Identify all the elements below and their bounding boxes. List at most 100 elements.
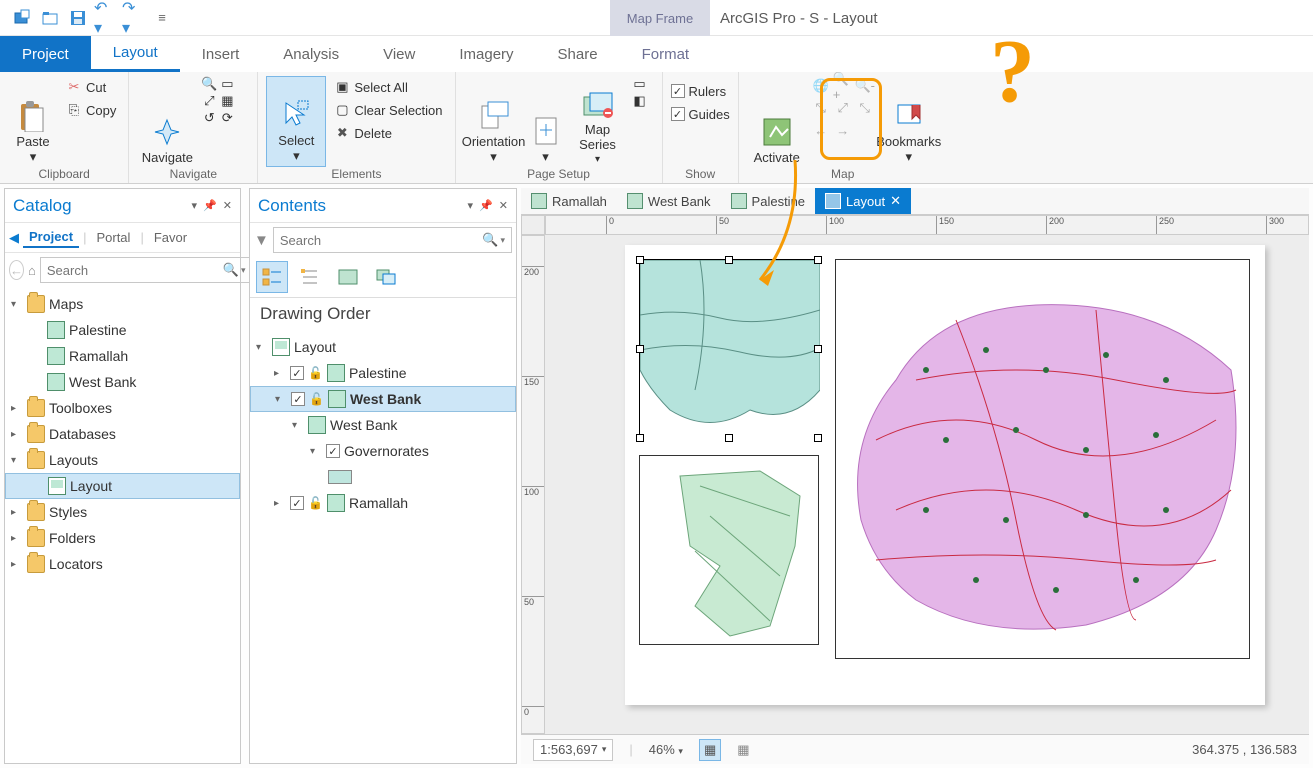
map-series-button[interactable]: Map Series▾ (568, 76, 628, 167)
cut-button[interactable]: ✂Cut (62, 76, 120, 98)
layout-canvas[interactable] (545, 235, 1309, 734)
view-tab-palestine[interactable]: Palestine (721, 188, 815, 214)
qat-customize-icon[interactable]: ≡ (150, 6, 174, 30)
orientation-button[interactable]: Orientation▾ (464, 76, 524, 167)
lock-icon[interactable]: 🔓 (309, 392, 324, 406)
qat-undo-icon[interactable]: ↶ ▾ (94, 6, 118, 30)
next-extent-icon[interactable]: → (833, 120, 853, 140)
visibility-checkbox[interactable]: ✓ (291, 392, 305, 406)
list-element-type-icon[interactable] (294, 261, 326, 293)
contents-dropdown-icon[interactable]: ▾ (468, 199, 474, 212)
contents-node-palestine[interactable]: ▸✓🔓Palestine (250, 360, 516, 386)
ruler-vertical[interactable]: 200 150 100 50 0 (521, 235, 545, 734)
ruler-horizontal[interactable]: 0 50 100 150 200 250 300 (545, 215, 1309, 235)
contents-node-governorates[interactable]: ▾✓Governorates (250, 438, 516, 464)
activate-button[interactable]: Activate (747, 76, 807, 167)
tab-share[interactable]: Share (536, 36, 620, 72)
tab-insert[interactable]: Insert (180, 36, 262, 72)
qat-redo-icon[interactable]: ↷ ▾ (122, 6, 146, 30)
fixed-zoom-in-icon[interactable]: 🌐 (811, 76, 831, 96)
nav-tool-icon-1[interactable]: 🔍 (201, 76, 217, 92)
full-extent-icon[interactable]: ⤡ (811, 98, 831, 118)
rulers-checkbox[interactable]: ✓Rulers (671, 80, 730, 102)
fixed-zoom-icon[interactable]: 🔍- (855, 76, 875, 96)
tab-view[interactable]: View (361, 36, 437, 72)
qat-open-icon[interactable] (38, 6, 62, 30)
select-all-button[interactable]: ▣Select All (330, 76, 446, 98)
list-snapping-icon[interactable] (370, 261, 402, 293)
map-frame-west-bank[interactable] (639, 259, 819, 439)
view-mode-grid-icon[interactable]: ▦ (699, 739, 721, 761)
catalog-node-layouts[interactable]: ▾Layouts (5, 447, 240, 473)
tab-analysis[interactable]: Analysis (261, 36, 361, 72)
catalog-node-styles[interactable]: ▸Styles (5, 499, 240, 525)
catalog-tab-project[interactable]: Project (23, 227, 79, 248)
catalog-node-folders[interactable]: ▸Folders (5, 525, 240, 551)
select-button[interactable]: Select▾ (266, 76, 326, 167)
filter-icon[interactable]: ▼ (254, 232, 269, 249)
paste-button[interactable]: Paste▾ (8, 76, 58, 167)
contents-node-ramallah[interactable]: ▸✓🔓Ramallah (250, 490, 516, 516)
contents-node-layout[interactable]: ▾Layout (250, 334, 516, 360)
navigate-button[interactable]: Navigate (137, 76, 197, 167)
page-tool-icon-1[interactable]: ▭ (632, 76, 648, 92)
clear-selection-button[interactable]: ▢Clear Selection (330, 99, 446, 121)
guides-checkbox[interactable]: ✓Guides (671, 103, 730, 125)
catalog-home-icon[interactable]: ⌂ (28, 263, 36, 278)
scale-combo[interactable]: 1:563,697▾ (533, 739, 613, 761)
catalog-node-locators[interactable]: ▸Locators (5, 551, 240, 577)
catalog-node-databases[interactable]: ▸Databases (5, 421, 240, 447)
tab-imagery[interactable]: Imagery (437, 36, 535, 72)
visibility-checkbox[interactable]: ✓ (326, 444, 340, 458)
nav-tool-icon-4[interactable]: ▦ (219, 93, 235, 109)
list-drawing-order-icon[interactable] (256, 261, 288, 293)
zoom-1to1-icon[interactable]: ⤡ (855, 98, 875, 118)
qat-save-icon[interactable] (66, 6, 90, 30)
list-map-frame-icon[interactable] (332, 261, 364, 293)
view-tab-layout[interactable]: Layout ✕ (815, 188, 911, 214)
catalog-back-icon[interactable]: ← (9, 260, 24, 280)
catalog-close-icon[interactable]: ✕ (223, 199, 232, 212)
lock-icon[interactable]: 🔓 (308, 366, 323, 380)
catalog-node-ramallah[interactable]: Ramallah (5, 343, 240, 369)
nav-tool-icon-5[interactable]: ↺ (201, 110, 217, 126)
fixed-zoom-out-icon[interactable]: 🔍+ (833, 76, 853, 96)
lock-icon[interactable]: 🔓 (308, 496, 323, 510)
catalog-pin-icon[interactable]: 📌 (203, 199, 217, 212)
view-mode-grid2-icon[interactable]: ▦ (737, 742, 749, 758)
catalog-search-input[interactable] (47, 263, 223, 278)
contents-node-governorates-symbol[interactable] (250, 464, 516, 490)
view-tab-west-bank[interactable]: West Bank (617, 188, 721, 214)
qat-new-icon[interactable] (10, 6, 34, 30)
tab-close-icon[interactable]: ✕ (890, 193, 901, 209)
map-frame-palestine[interactable] (639, 455, 819, 645)
catalog-node-palestine[interactable]: Palestine (5, 317, 240, 343)
catalog-node-toolboxes[interactable]: ▸Toolboxes (5, 395, 240, 421)
view-tab-ramallah[interactable]: Ramallah (521, 188, 617, 214)
prev-extent-icon[interactable]: ← (811, 120, 831, 140)
bookmarks-button[interactable]: Bookmarks▾ (879, 76, 939, 167)
tab-project[interactable]: Project (0, 36, 91, 72)
catalog-tab-portal[interactable]: Portal (90, 228, 136, 247)
contents-node-west-bank-map[interactable]: ▾West Bank (250, 412, 516, 438)
catalog-node-west-bank[interactable]: West Bank (5, 369, 240, 395)
catalog-node-layout[interactable]: Layout (5, 473, 240, 499)
nav-tool-icon-3[interactable]: ⤢ (201, 93, 217, 109)
catalog-nav-back-icon[interactable]: ◀ (9, 230, 19, 246)
copy-button[interactable]: ⎘Copy (62, 99, 120, 121)
nav-tool-icon-2[interactable]: ▭ (219, 76, 235, 92)
visibility-checkbox[interactable]: ✓ (290, 496, 304, 510)
page-tool-icon-2[interactable]: ◧ (632, 93, 648, 109)
zoom-display[interactable]: 46% ▾ (649, 742, 683, 757)
delete-button[interactable]: ✖Delete (330, 122, 446, 144)
catalog-node-maps[interactable]: ▾Maps (5, 291, 240, 317)
contents-search[interactable]: 🔍▾ (273, 227, 512, 253)
zoom-selection-icon[interactable]: ⤢ (833, 98, 853, 118)
map-frame-ramallah[interactable] (835, 259, 1250, 659)
tab-layout[interactable]: Layout (91, 36, 180, 72)
contents-node-west-bank-frame[interactable]: ▾✓🔓West Bank (250, 386, 516, 412)
catalog-dropdown-icon[interactable]: ▾ (192, 199, 198, 212)
visibility-checkbox[interactable]: ✓ (290, 366, 304, 380)
catalog-search[interactable]: 🔍▾ (40, 257, 253, 283)
contents-search-input[interactable] (280, 233, 482, 248)
